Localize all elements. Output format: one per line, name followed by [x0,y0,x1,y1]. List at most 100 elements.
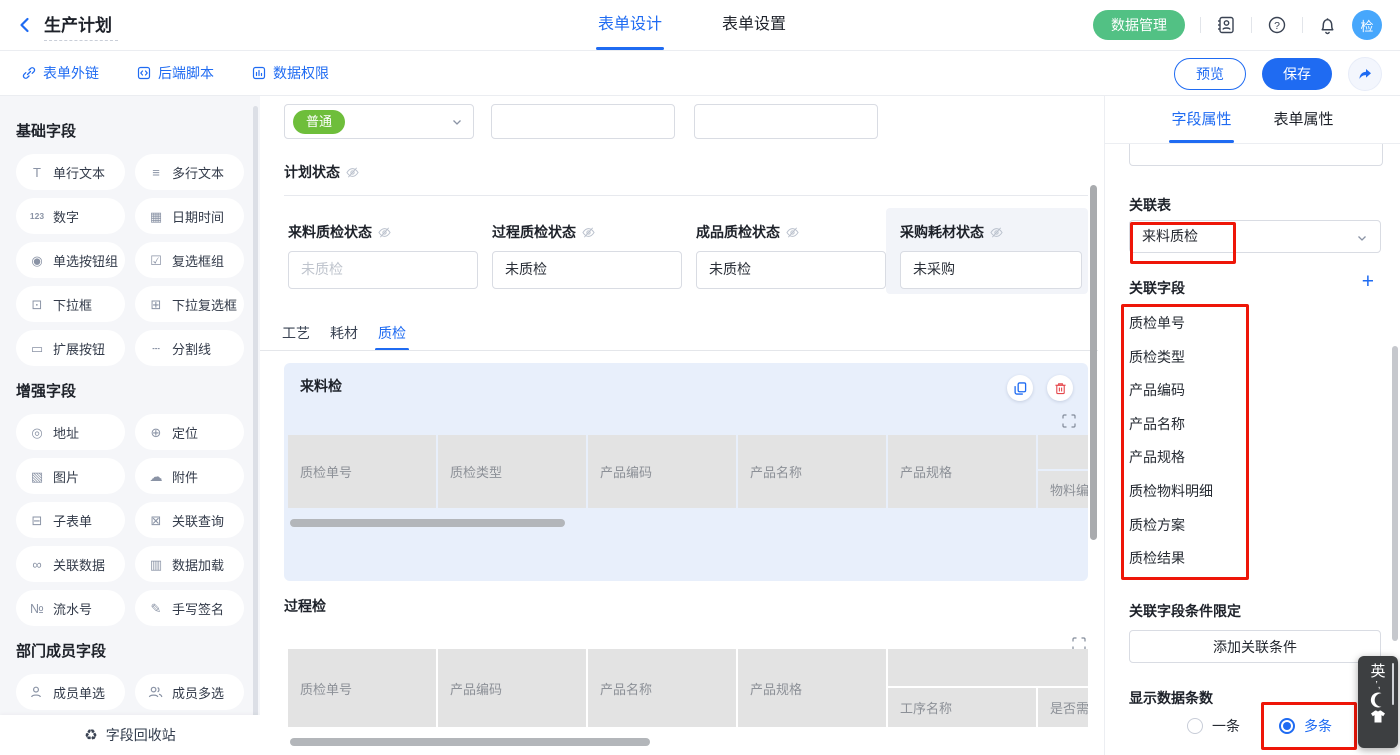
ime-toolbar[interactable]: 英 ’, [1358,656,1398,748]
level-select[interactable]: 普通 [284,104,474,139]
sidebar-field-image[interactable]: ▧图片 [16,458,125,494]
field-process-inspection-status[interactable]: 过程质检状态 未质检 [492,222,682,289]
save-button[interactable]: 保存 [1262,58,1332,90]
clipped-input-field[interactable] [1129,144,1383,166]
condition-limit-label: 关联字段条件限定 [1129,601,1241,621]
sidebar-field-location[interactable]: ⊕定位 [135,414,244,450]
backend-script-link[interactable]: 后端脚本 [137,63,214,83]
sidebar-field-signature[interactable]: ✎手写签名 [135,590,244,626]
column-header: 质检类型 [438,435,586,508]
ime-language-mode[interactable]: 英 [1370,663,1385,680]
sidebar-field-subform[interactable]: ⊟子表单 [16,502,125,538]
sidebar-field-member-multi[interactable]: 成员多选 [135,674,244,710]
related-field-item[interactable]: 产品规格 [1129,441,1239,475]
expand-icon[interactable] [1062,414,1076,428]
related-field-item[interactable]: 质检类型 [1129,341,1239,375]
preview-button[interactable]: 预览 [1174,58,1246,90]
radio-multiple-records[interactable]: 多条 [1279,716,1332,736]
delete-button[interactable] [1047,375,1073,401]
tab-quality-inspection[interactable]: 质检 [378,318,406,351]
sidebar-scrollbar[interactable] [253,106,258,746]
sidebar-field-linked-data[interactable]: ∞关联数据 [16,546,125,582]
share-button[interactable] [1348,57,1382,91]
status-input[interactable]: 未质检 [288,251,478,289]
number-icon: 123 [29,212,45,221]
sidebar-field-data-load[interactable]: ▥数据加载 [135,546,244,582]
script-icon [137,66,151,80]
status-input[interactable]: 未采购 [900,251,1082,289]
page-title[interactable]: 生产计划 [44,9,118,41]
field-purchase-material-status[interactable]: 采购耗材状态 未采购 [900,222,1082,289]
address-book-icon[interactable] [1216,15,1236,35]
related-table-select[interactable]: 来料质检 [1129,220,1381,253]
sidebar-field-checkbox-group[interactable]: ☑复选框组 [135,242,244,278]
sidebar-field-single-line-text[interactable]: T单行文本 [16,154,125,190]
eye-off-icon [346,166,359,179]
tab-field-properties[interactable]: 字段属性 [1171,96,1231,143]
radio-single-record[interactable]: 一条 [1187,716,1240,736]
incoming-inspection-subform[interactable]: 来料检 质检单号 质检类型 产品编码 产品名称 产品规格 物料编 [284,363,1088,581]
related-field-item[interactable]: 质检方案 [1129,509,1239,543]
sidebar-field-multi-line-text[interactable]: ≡多行文本 [135,154,244,190]
ime-punctuation-mode[interactable]: ’, [1376,680,1381,691]
related-fields-list: 质检单号 质检类型 产品编码 产品名称 产品规格 质检物料明细 质检方案 质检结… [1129,307,1239,576]
column-header: 产品编码 [438,649,586,727]
separator [1302,17,1303,33]
sidebar-field-divider[interactable]: ┄分割线 [135,330,244,366]
sidebar-field-radio-group[interactable]: ◉单选按钮组 [16,242,125,278]
tab-consumables[interactable]: 耗材 [330,318,358,351]
avatar[interactable]: 检 [1352,10,1382,40]
field-finished-inspection-status[interactable]: 成品质检状态 未质检 [696,222,886,289]
related-field-item[interactable]: 质检单号 [1129,307,1239,341]
sidebar-field-linked-query[interactable]: ⊠关联查询 [135,502,244,538]
sidebar-field-number[interactable]: 123数字 [16,198,125,234]
sidebar-field-select[interactable]: ⊡下拉框 [16,286,125,322]
column-group-header [1038,435,1088,469]
sidebar-field-multi-select[interactable]: ⊞下拉复选框 [135,286,244,322]
related-field-item[interactable]: 产品名称 [1129,408,1239,442]
related-field-item[interactable]: 产品编码 [1129,374,1239,408]
tab-craft[interactable]: 工艺 [282,318,310,351]
plan-status-field-label[interactable]: 计划状态 [284,162,359,182]
sidebar-field-member-single[interactable]: 成员单选 [16,674,125,710]
notification-bell-icon[interactable] [1318,16,1337,35]
single-line-text-icon: T [29,166,45,179]
help-icon[interactable]: ? [1267,15,1287,35]
data-manage-button[interactable]: 数据管理 [1093,10,1185,40]
status-input[interactable]: 未质检 [696,251,886,289]
column-header: 产品名称 [738,435,886,508]
form-external-link[interactable]: 表单外链 [22,63,99,83]
tab-form-properties[interactable]: 表单属性 [1274,96,1334,143]
eye-off-icon [786,226,799,239]
status-input[interactable]: 未质检 [492,251,682,289]
moon-icon[interactable] [1369,691,1387,709]
related-field-item[interactable]: 质检物料明细 [1129,475,1239,509]
related-field-item[interactable]: 质检结果 [1129,542,1239,576]
empty-input-field[interactable] [491,104,675,139]
panel-scrollbar[interactable] [1392,346,1398,641]
select-icon: ⊡ [29,298,45,311]
sidebar-field-attachment[interactable]: ☁附件 [135,458,244,494]
horizontal-scrollbar[interactable] [290,738,650,746]
horizontal-scrollbar[interactable] [290,519,565,527]
signature-pen-icon: ✎ [148,602,164,615]
copy-icon [1014,382,1027,395]
canvas-vertical-scrollbar[interactable] [1090,185,1097,540]
sidebar-field-datetime[interactable]: ▦日期时间 [135,198,244,234]
empty-input-field[interactable] [694,104,878,139]
copy-button[interactable] [1007,375,1033,401]
sidebar-field-serial-number[interactable]: №流水号 [16,590,125,626]
column-header: 产品规格 [888,435,1036,508]
field-recycle-bin[interactable]: ♻ 字段回收站 [0,715,260,755]
add-condition-button[interactable]: 添加关联条件 [1129,630,1381,663]
tab-form-design[interactable]: 表单设计 [598,0,662,50]
back-icon[interactable] [16,16,34,34]
skin-shirt-icon[interactable] [1370,710,1386,723]
sidebar-field-address[interactable]: ◎地址 [16,414,125,450]
add-field-plus-icon[interactable]: + [1362,272,1374,292]
field-incoming-inspection-status[interactable]: 来料质检状态 未质检 [288,222,478,289]
tab-form-settings[interactable]: 表单设置 [722,0,786,50]
sidebar-field-extend-button[interactable]: ▭扩展按钮 [16,330,125,366]
properties-panel: 字段属性 表单属性 关联表 来料质检 关联字段 + 质检单号 质检类型 产品编码… [1104,96,1400,755]
data-permission-link[interactable]: 数据权限 [252,63,329,83]
